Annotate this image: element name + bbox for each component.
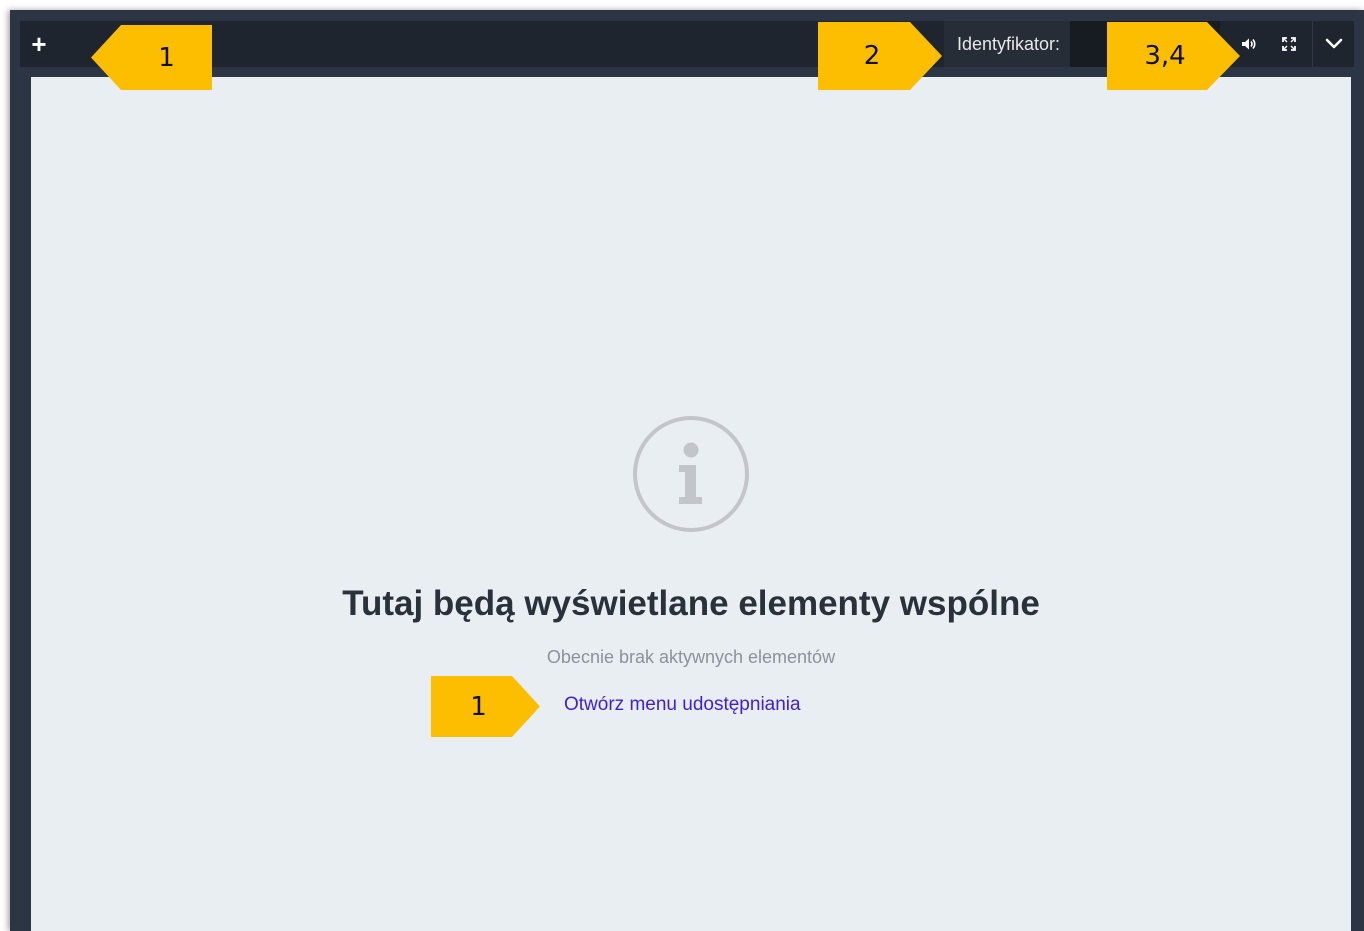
plus-icon: + [31, 28, 47, 59]
annotation-marker-controls: 3,4 [1107, 22, 1240, 90]
dropdown-button[interactable] [1312, 21, 1355, 67]
info-icon [633, 416, 749, 532]
annotation-marker-add: 1 [91, 25, 212, 90]
open-share-menu-link[interactable]: Otwórz menu udostępniania [564, 694, 801, 716]
fullscreen-icon [1282, 37, 1296, 51]
annotation-marker-share: 1 [431, 676, 540, 737]
annotation-marker-identifier: 2 [818, 22, 942, 90]
empty-state-subtitle: Obecnie brak aktywnych elementów [546, 647, 836, 667]
add-button[interactable]: + [20, 21, 58, 67]
chevron-down-icon [1325, 38, 1343, 49]
shared-items-panel: Tutaj będą wyświetlane elementy wspólne … [31, 77, 1351, 931]
fullscreen-button[interactable] [1274, 21, 1304, 67]
identifier-label: Identyfikator: [944, 21, 1071, 67]
speaker-icon [1242, 38, 1256, 50]
empty-state-title: Tutaj będą wyświetlane elementy wspólne [342, 584, 1040, 623]
